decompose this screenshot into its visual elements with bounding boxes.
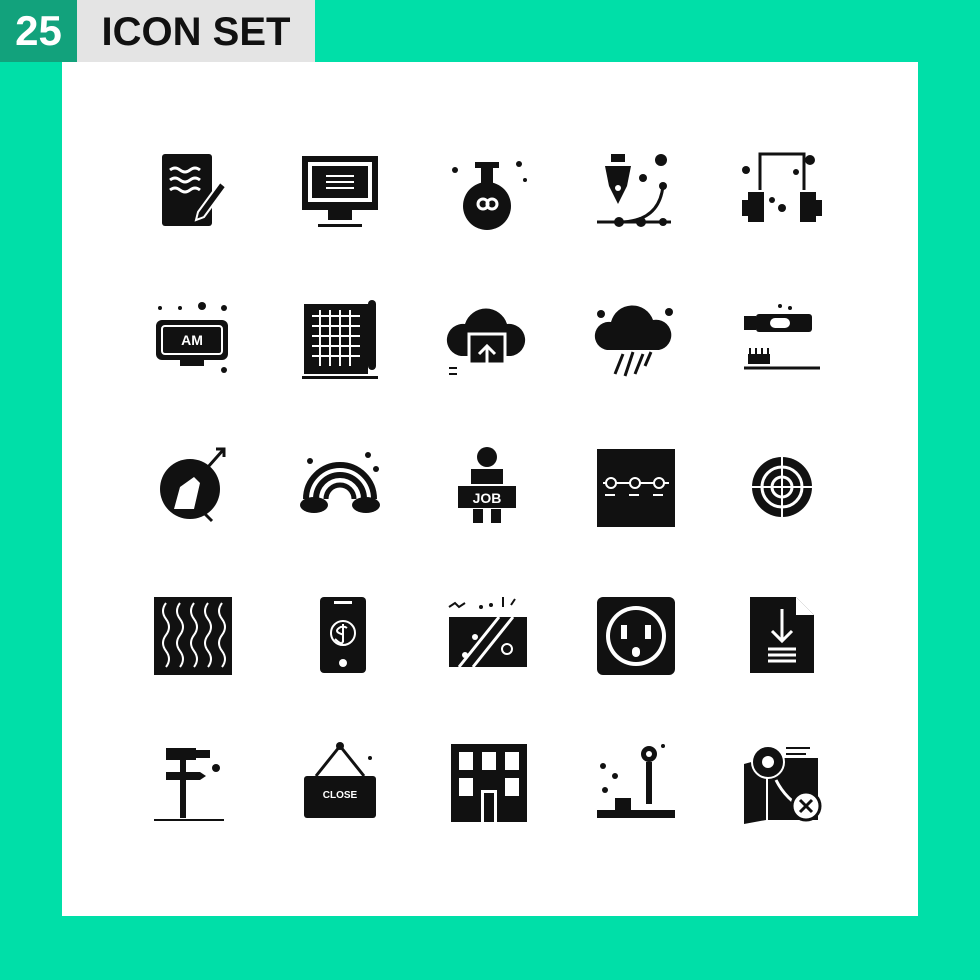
cloud-upload-folder-icon [445, 298, 529, 382]
document-edit-icon [150, 150, 234, 234]
horse-mars-icon [150, 445, 234, 529]
rain-cloud-icon [593, 298, 677, 382]
map-location-cancel-icon [740, 740, 824, 826]
blueprint-icon [298, 298, 382, 382]
wave-pattern-icon [150, 593, 234, 677]
am-label: AM [181, 332, 203, 348]
file-download-icon [740, 593, 824, 677]
set-title: ICON SET [77, 0, 315, 62]
job-seeker-icon [445, 445, 529, 529]
joystick-icon [593, 740, 677, 824]
rainbow-icon [298, 445, 382, 529]
target-icon [740, 445, 824, 529]
hammer-pencil-signpost-icon [150, 740, 234, 824]
timeline-icon [593, 445, 677, 529]
power-socket-icon [593, 593, 677, 677]
mobile-dollar-icon [298, 593, 382, 677]
computer-monitor-icon [298, 150, 382, 234]
gift-card-icon [445, 593, 529, 677]
pen-tool-bezier-icon [593, 150, 677, 234]
potion-flask-icon [445, 150, 529, 234]
headphones-icon [740, 150, 824, 234]
building-icon [445, 740, 529, 824]
close-sign-icon [298, 740, 382, 824]
close-label: CLOSE [322, 790, 358, 801]
toothpaste-brush-icon [740, 298, 824, 382]
icon-count: 25 [0, 0, 77, 62]
job-label: JOB [472, 490, 502, 506]
